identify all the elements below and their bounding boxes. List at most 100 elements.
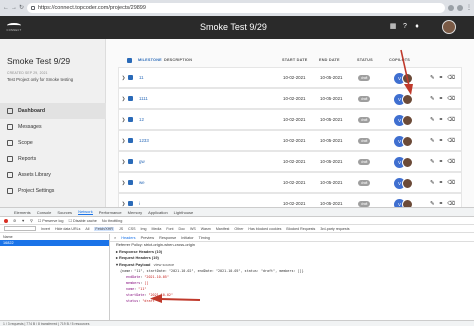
delete-icon[interactable]: ⌫ xyxy=(447,180,455,186)
filter-js[interactable]: JS xyxy=(119,227,123,231)
filter-media[interactable]: Media xyxy=(152,227,162,231)
milestone-name[interactable]: 11 xyxy=(139,75,165,80)
filter-blocked-requests[interactable]: Blocked Requests xyxy=(286,227,315,231)
filter-doc[interactable]: Doc xyxy=(179,227,185,231)
milestone-name[interactable]: 1233 xyxy=(139,138,165,143)
expand-icon[interactable]: ❯ xyxy=(119,159,128,165)
table-row[interactable]: ❯ 1233 10-02-2021 10-05-2021 draft V ✎ ⚭… xyxy=(118,130,462,151)
detail-tab-preview[interactable]: Preview xyxy=(141,236,155,240)
devtools-tab-performance[interactable]: Performance xyxy=(99,210,122,215)
copilot-photo-avatar[interactable] xyxy=(402,94,413,105)
edit-icon[interactable]: ✎ xyxy=(430,159,435,165)
table-row[interactable]: ❯ gw 10-02-2021 10-05-2021 draft V ✎ ⚭ ⌫ xyxy=(118,151,462,172)
header-start-date[interactable]: START DATE xyxy=(282,58,319,62)
milestone-name[interactable]: 1111 xyxy=(139,96,165,101)
connect-logo[interactable]: CONNECT xyxy=(0,16,28,39)
delete-icon[interactable]: ⌫ xyxy=(447,75,455,81)
expand-icon[interactable]: ❯ xyxy=(119,138,128,144)
sidebar-item-assets[interactable]: Assets Library xyxy=(0,167,106,183)
row-checkbox[interactable] xyxy=(128,138,133,143)
devtools-tab-elements[interactable]: Elements xyxy=(14,210,31,215)
detail-tab-headers[interactable]: Headers xyxy=(121,236,135,240)
link-icon[interactable]: ⚭ xyxy=(439,159,444,165)
table-row[interactable]: ❯ 11 10-02-2021 10-05-2021 draft V ✎ ⚭ ⌫ xyxy=(118,67,462,88)
filter-hide-data-urls[interactable]: Hide data URLs xyxy=(55,227,80,231)
user-avatar[interactable] xyxy=(442,20,456,34)
expand-icon[interactable]: ❯ xyxy=(119,117,128,123)
search-icon[interactable]: ⚲ xyxy=(30,218,33,223)
select-all-checkbox[interactable] xyxy=(127,57,132,63)
record-icon[interactable] xyxy=(4,218,8,223)
row-checkbox[interactable] xyxy=(128,201,133,206)
edit-icon[interactable]: ✎ xyxy=(430,96,435,102)
milestone-name[interactable]: i xyxy=(139,201,165,206)
table-row[interactable]: ❯ we 10-02-2021 10-05-2021 draft V ✎ ⚭ ⌫ xyxy=(118,172,462,193)
filter-input[interactable] xyxy=(4,226,36,231)
extension-icon[interactable] xyxy=(448,5,454,11)
filter-wasm[interactable]: Wasm xyxy=(201,227,211,231)
copilot-photo-avatar[interactable] xyxy=(402,115,413,126)
milestone-name[interactable]: we xyxy=(139,180,165,185)
edit-icon[interactable]: ✎ xyxy=(430,75,435,81)
back-icon[interactable]: ← xyxy=(3,5,9,11)
sidebar-item-settings[interactable]: Project Settings xyxy=(0,183,106,199)
forward-icon[interactable]: → xyxy=(11,5,17,11)
filter-manifest[interactable]: Manifest xyxy=(216,227,230,231)
header-milestone[interactable]: MILESTONE xyxy=(138,58,164,62)
header-end-date[interactable]: END DATE xyxy=(319,58,357,62)
detail-tab-timing[interactable]: Timing xyxy=(199,236,210,240)
milestone-name[interactable]: 12 xyxy=(139,117,165,122)
link-icon[interactable]: ⚭ xyxy=(439,180,444,186)
close-icon[interactable]: × xyxy=(114,236,116,240)
table-row[interactable]: ❯ 12 10-02-2021 10-05-2021 draft V ✎ ⚭ ⌫ xyxy=(118,109,462,130)
delete-icon[interactable]: ⌫ xyxy=(447,96,455,102)
menu-icon[interactable]: ⋮ xyxy=(466,5,472,11)
filter-icon[interactable]: ▼ xyxy=(21,219,25,223)
edit-icon[interactable]: ✎ xyxy=(430,180,435,186)
request-row[interactable]: 16822 xyxy=(0,240,109,246)
filter-other[interactable]: Other xyxy=(234,227,243,231)
disable-cache-checkbox[interactable]: ☐ Disable cache xyxy=(69,218,97,223)
grid-icon[interactable]: ▦ xyxy=(389,23,397,31)
delete-icon[interactable]: ⌫ xyxy=(447,159,455,165)
expand-icon[interactable]: ❯ xyxy=(119,75,128,81)
profile-icon[interactable] xyxy=(457,5,463,11)
table-row[interactable]: ❯ 1111 10-02-2021 10-05-2021 draft V ✎ ⚭… xyxy=(118,88,462,109)
sidebar-item-dashboard[interactable]: Dashboard xyxy=(0,103,106,119)
link-icon[interactable]: ⚭ xyxy=(439,117,444,123)
link-icon[interactable]: ⚭ xyxy=(439,201,444,207)
link-icon[interactable]: ⚭ xyxy=(439,96,444,102)
address-bar[interactable]: https://connect.topcoder.com/projects/29… xyxy=(27,3,445,13)
devtools-tab-network[interactable]: Network xyxy=(78,209,93,215)
filter-has-blocked-cookies[interactable]: Has blocked cookies xyxy=(248,227,281,231)
edit-icon[interactable]: ✎ xyxy=(430,138,435,144)
devtools-tab-sources[interactable]: Sources xyxy=(57,210,72,215)
reload-icon[interactable]: ↻ xyxy=(19,5,24,11)
expand-icon[interactable]: ❯ xyxy=(119,96,128,102)
filter-fetch-xhr[interactable]: Fetch/XHR xyxy=(94,226,114,231)
milestone-name[interactable]: gw xyxy=(139,159,165,164)
devtools-tab-memory[interactable]: Memory xyxy=(128,210,142,215)
edit-icon[interactable]: ✎ xyxy=(430,201,435,207)
filter-ws[interactable]: WS xyxy=(190,227,196,231)
copilot-photo-avatar[interactable] xyxy=(402,157,413,168)
expand-icon[interactable]: ❯ xyxy=(119,180,128,186)
link-icon[interactable]: ⚭ xyxy=(439,75,444,81)
row-checkbox[interactable] xyxy=(128,159,133,164)
sidebar-item-reports[interactable]: Reports xyxy=(0,151,106,167)
link-icon[interactable]: ⚭ xyxy=(439,138,444,144)
sidebar-item-scope[interactable]: Scope xyxy=(0,135,106,151)
copilot-photo-avatar[interactable] xyxy=(402,73,413,84)
delete-icon[interactable]: ⌫ xyxy=(447,117,455,123)
row-checkbox[interactable] xyxy=(128,180,133,185)
edit-icon[interactable]: ✎ xyxy=(430,117,435,123)
row-checkbox[interactable] xyxy=(128,75,133,80)
row-checkbox[interactable] xyxy=(128,96,133,101)
expand-icon[interactable]: ❯ xyxy=(119,201,128,207)
copilot-photo-avatar[interactable] xyxy=(402,136,413,147)
filter-img[interactable]: Img xyxy=(141,227,147,231)
filter-3rd-party-requests[interactable]: 3rd-party requests xyxy=(320,227,349,231)
help-icon[interactable]: ? xyxy=(401,23,409,31)
detail-tab-response[interactable]: Response xyxy=(159,236,176,240)
devtools-tab-application[interactable]: Application xyxy=(148,210,168,215)
